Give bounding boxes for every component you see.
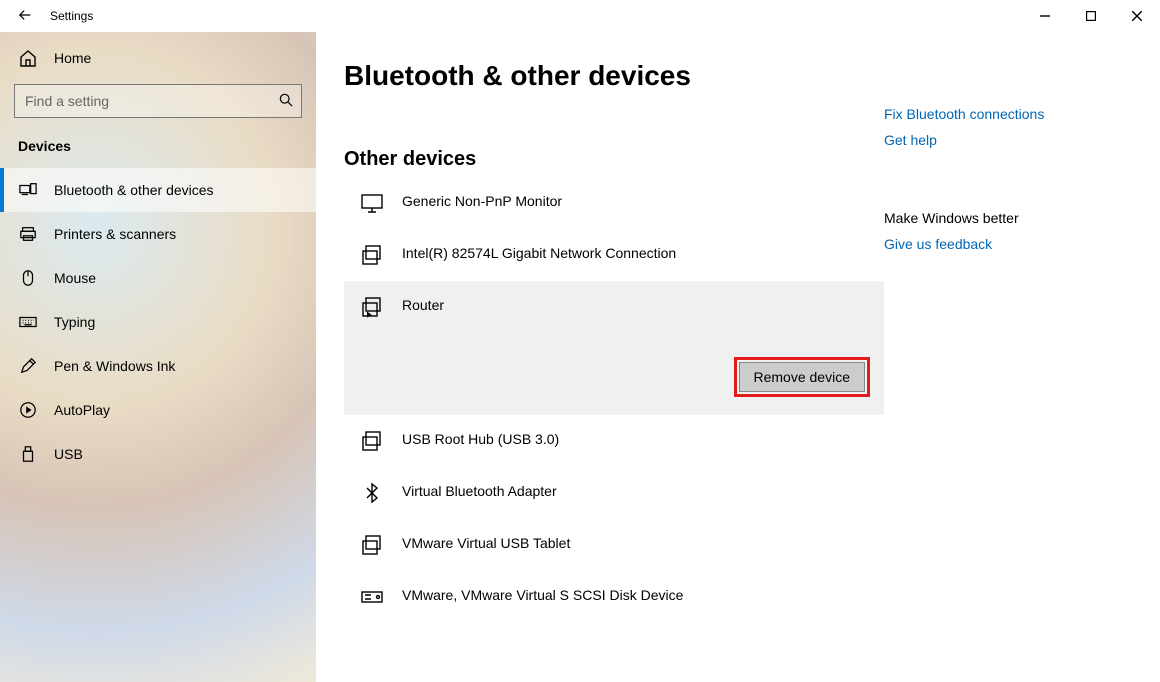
sidebar-item-label: Pen & Windows Ink [54, 358, 175, 374]
device-row-scsi[interactable]: VMware, VMware Virtual S SCSI Disk Devic… [344, 571, 884, 623]
home-icon [18, 48, 38, 68]
close-button[interactable] [1114, 0, 1160, 32]
sidebar-item-autoplay[interactable]: AutoPlay [0, 388, 316, 432]
devices-icon [18, 181, 38, 199]
printer-icon [18, 225, 38, 243]
sidebar-item-label: Printers & scanners [54, 226, 176, 242]
keyboard-icon [18, 313, 38, 331]
back-icon[interactable] [18, 8, 32, 25]
device-label: Virtual Bluetooth Adapter [402, 481, 557, 499]
device-row-monitor[interactable]: Generic Non-PnP Monitor [344, 177, 884, 229]
search-input[interactable]: Find a setting [14, 84, 302, 118]
settings-window: Settings Home Find a setting Devices [0, 0, 1160, 682]
aside: Fix Bluetooth connections Get help Make … [884, 60, 1134, 682]
search-placeholder: Find a setting [25, 93, 109, 109]
sidebar-item-label: Typing [54, 314, 95, 330]
monitor-icon [358, 191, 386, 215]
sidebar-item-pen[interactable]: Pen & Windows Ink [0, 344, 316, 388]
sidebar-item-typing[interactable]: Typing [0, 300, 316, 344]
sidebar-item-mouse[interactable]: Mouse [0, 256, 316, 300]
device-row-usb-tablet[interactable]: VMware Virtual USB Tablet [344, 519, 884, 571]
pen-icon [18, 357, 38, 375]
disk-icon [358, 585, 386, 609]
titlebar: Settings [0, 0, 1160, 32]
sidebar-item-label: Mouse [54, 270, 96, 286]
section-title: Other devices [344, 148, 884, 171]
device-label: Intel(R) 82574L Gigabit Network Connecti… [402, 243, 676, 261]
window-title: Settings [50, 9, 93, 23]
generic-device-icon [358, 243, 386, 267]
link-give-feedback[interactable]: Give us feedback [884, 236, 1134, 252]
main-pane: Bluetooth & other devices Other devices … [316, 32, 1160, 682]
sidebar-home[interactable]: Home [0, 36, 316, 80]
bluetooth-icon [358, 481, 386, 505]
make-windows-better-label: Make Windows better [884, 210, 1134, 226]
link-fix-bluetooth[interactable]: Fix Bluetooth connections [884, 106, 1134, 122]
sidebar-item-label: Bluetooth & other devices [54, 182, 214, 198]
autoplay-icon [18, 401, 38, 419]
sidebar-item-label: USB [54, 446, 83, 462]
sidebar-item-bluetooth[interactable]: Bluetooth & other devices [0, 168, 316, 212]
device-label: USB Root Hub (USB 3.0) [402, 429, 559, 447]
remove-device-button[interactable]: Remove device [739, 362, 866, 392]
maximize-button[interactable] [1068, 0, 1114, 32]
sidebar: Home Find a setting Devices Bluetooth & … [0, 32, 316, 682]
sidebar-group-label: Devices [0, 138, 316, 168]
mouse-icon [18, 269, 38, 287]
sidebar-item-usb[interactable]: USB [0, 432, 316, 476]
page-title: Bluetooth & other devices [344, 60, 884, 92]
device-row-bt-adapter[interactable]: Virtual Bluetooth Adapter [344, 467, 884, 519]
generic-device-icon [358, 429, 386, 453]
device-label: VMware Virtual USB Tablet [402, 533, 570, 551]
highlight-box: Remove device [734, 357, 871, 397]
device-label: Generic Non-PnP Monitor [402, 191, 562, 209]
window-controls [1022, 0, 1160, 32]
search-icon [279, 93, 293, 110]
device-row-router[interactable]: Router Remove device [344, 281, 884, 415]
sidebar-home-label: Home [54, 50, 91, 66]
device-row-nic[interactable]: Intel(R) 82574L Gigabit Network Connecti… [344, 229, 884, 281]
link-get-help[interactable]: Get help [884, 132, 1134, 148]
sidebar-item-label: AutoPlay [54, 402, 110, 418]
device-label: VMware, VMware Virtual S SCSI Disk Devic… [402, 585, 683, 603]
generic-device-icon [358, 295, 386, 319]
minimize-button[interactable] [1022, 0, 1068, 32]
sidebar-item-printers[interactable]: Printers & scanners [0, 212, 316, 256]
device-row-usb-hub[interactable]: USB Root Hub (USB 3.0) [344, 415, 884, 467]
usb-icon [18, 445, 38, 463]
generic-device-icon [358, 533, 386, 557]
device-label: Router [402, 295, 444, 313]
